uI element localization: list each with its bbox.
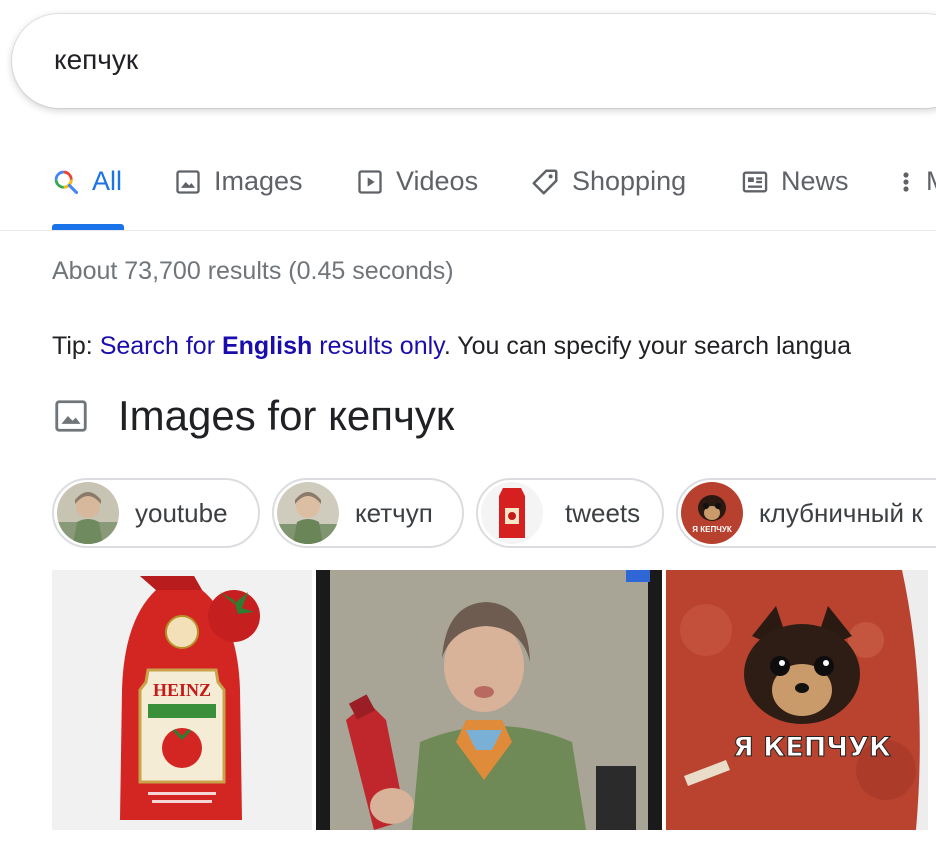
search-icon [54, 170, 79, 194]
images-section-title: Images for кепчук [118, 392, 455, 439]
tab-more[interactable]: M [898, 166, 936, 197]
chip-thumbnail: Я КЕПЧУК [681, 482, 743, 544]
search-tabs: All Images Videos Shopping News [0, 150, 936, 231]
chip-label: клубничный к [759, 497, 923, 528]
chip-label: tweets [565, 497, 641, 528]
search-box[interactable]: кепчук [12, 14, 936, 108]
meme-caption: Я КЕПЧУК [733, 732, 891, 763]
image-result-woman[interactable] [316, 570, 662, 830]
tab-videos-label: Videos [396, 166, 479, 196]
tab-more-label: M [926, 166, 936, 197]
english-results-link[interactable]: Search for English results only [100, 332, 444, 360]
tab-news[interactable]: News [741, 166, 849, 197]
image-result-heinz[interactable]: HEINZ [52, 570, 312, 830]
chip-strawberry[interactable]: Я КЕПЧУК клубничный к [676, 478, 936, 548]
search-input[interactable]: кепчук [54, 44, 138, 76]
result-stats: About 73,700 results (0.45 seconds) [52, 257, 454, 285]
tab-all-label: All [92, 166, 123, 196]
chip-ketchup[interactable]: кетчуп [272, 478, 464, 548]
images-section-heading: Images for кепчук [52, 392, 454, 440]
tip-suffix: . You can specify your search langua [443, 332, 852, 360]
chip-label: youtube [135, 497, 228, 528]
news-icon [742, 171, 768, 192]
image-icon [176, 169, 200, 194]
chip-label: кетчуп [355, 497, 433, 528]
tab-all[interactable]: All [52, 166, 122, 197]
image-icon [55, 400, 87, 432]
more-vert-icon [903, 171, 909, 192]
video-icon [358, 169, 382, 194]
tab-images[interactable]: Images [174, 166, 303, 197]
language-tip: Tip: Search for English results only. Yo… [52, 332, 851, 361]
image-result-dog-meme[interactable]: Я КЕПЧУК [666, 570, 928, 830]
tag-icon [532, 169, 558, 194]
chip-tweets[interactable]: tweets [476, 478, 664, 548]
heinz-brand-text: HEINZ [153, 680, 211, 700]
tab-videos[interactable]: Videos [356, 166, 478, 197]
tip-prefix: Tip: [52, 332, 100, 360]
chip-thumbnail [57, 482, 119, 544]
chip-thumbnail [277, 482, 339, 544]
tab-shopping-label: Shopping [572, 166, 687, 196]
tab-images-label: Images [214, 166, 303, 196]
active-tab-indicator [52, 224, 124, 230]
chip-youtube[interactable]: youtube [52, 478, 260, 548]
tab-news-label: News [781, 166, 849, 196]
tab-shopping[interactable]: Shopping [530, 166, 686, 197]
chip-thumbnail [481, 482, 543, 544]
svg-text:Я КЕПЧУК: Я КЕПЧУК [692, 525, 732, 534]
